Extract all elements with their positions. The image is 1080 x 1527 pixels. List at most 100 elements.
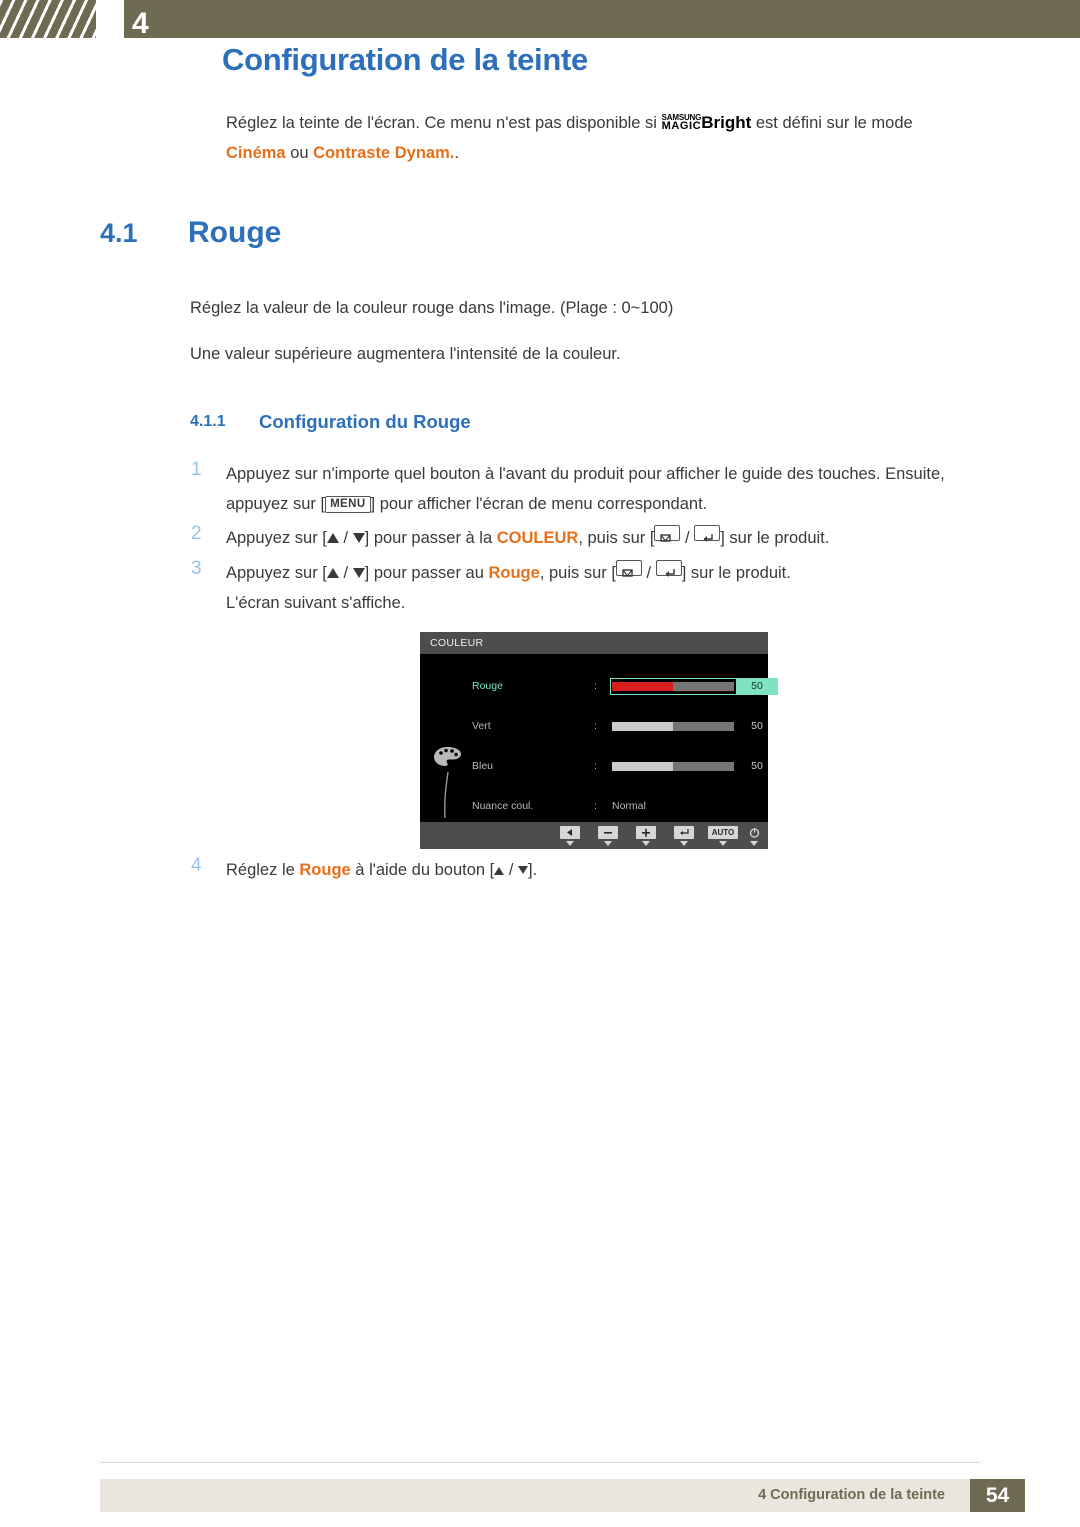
step-2-highlight: COULEUR (496, 529, 579, 547)
osd-label-rouge: Rouge (472, 680, 503, 692)
step-2-text-b: ] pour passer à la (364, 529, 497, 547)
section-paragraph-1: Réglez la valeur de la couleur rouge dan… (190, 299, 674, 317)
step-4-slash: / (504, 861, 518, 879)
footer-page-number: 54 (970, 1479, 1025, 1512)
step-4-text-a: Réglez le (226, 861, 300, 879)
intro-text-before: Réglez la teinte de l'écran. Ce menu n'e… (226, 114, 662, 132)
step-3-text-a: Appuyez sur [ (226, 564, 327, 582)
step-4-highlight: Rouge (299, 861, 351, 879)
osd-tick-1 (566, 841, 574, 846)
osd-label-nuance: Nuance coul. (472, 800, 534, 812)
osd-body: Rouge : 50 Vert : 50 Bleu : 50 Nuance co… (420, 654, 778, 852)
osd-colon: : (594, 680, 597, 692)
magicbright-logo: SAMSUNG MAGIC (662, 114, 702, 132)
page-top-band (0, 0, 1080, 38)
section-title: Rouge (188, 216, 282, 249)
page-title: Configuration de la teinte (222, 42, 588, 77)
intro-mode-contraste: Contraste Dynam. (313, 144, 455, 162)
intro-mode-cinema: Cinéma (226, 144, 286, 162)
osd-tick-6 (750, 841, 758, 846)
osd-footer: AUTO (420, 822, 768, 849)
osd-tick-4 (680, 841, 688, 846)
osd-slider-vert[interactable] (612, 722, 734, 731)
hatch-decoration (0, 0, 96, 38)
arrow-up-icon (326, 568, 339, 578)
step-3-slash-2: / (641, 564, 656, 582)
intro-conjunction: ou (285, 144, 314, 162)
step-3-text-d: ] sur le produit. (681, 564, 791, 582)
step-number-4: 4 (191, 855, 202, 876)
step-2-text-d: ] sur le produit. (720, 529, 830, 547)
step-3: Appuyez sur [ / ] pour passer au Rouge, … (226, 558, 1016, 588)
chapter-number: 4 (132, 7, 149, 40)
osd-button-auto[interactable]: AUTO (708, 826, 738, 839)
step-2-slash: / (338, 529, 353, 547)
osd-screenshot: COULEUR Rouge : 50 Vert: 50 Bleu: 50 N… (420, 632, 778, 852)
osd-slider-fill-vert (612, 722, 673, 731)
osd-icon-column (420, 654, 478, 822)
step-2-slash-2: / (680, 529, 695, 547)
enter-key-icon (694, 525, 721, 542)
intro-paragraph: Réglez la teinte de l'écran. Ce menu n'e… (226, 108, 1016, 168)
section-number: 4.1 (100, 218, 138, 248)
menu-key-label: MENU (325, 496, 371, 513)
osd-title: COULEUR (420, 632, 768, 654)
osd-button-left[interactable] (560, 826, 580, 839)
osd-colon: : (594, 720, 597, 732)
step-3-text-c: , puis sur [ (539, 564, 616, 582)
osd-value-bleu: 50 (751, 760, 763, 772)
back-key-icon (654, 525, 681, 542)
osd-button-enter[interactable] (674, 826, 694, 839)
step-1-text-c: ] pour afficher l'écran de menu correspo… (370, 495, 708, 513)
back-key-icon (615, 560, 642, 577)
section-paragraph-2: Une valeur supérieure augmentera l'inten… (190, 345, 621, 363)
subsection-title: Configuration du Rouge (259, 411, 471, 432)
footer-divider (100, 1462, 980, 1463)
arrow-up-icon (326, 533, 339, 543)
osd-slider-bleu[interactable] (612, 762, 734, 771)
enter-key-icon (655, 560, 682, 577)
step-2-text-a: Appuyez sur [ (226, 529, 327, 547)
step-4: Réglez le Rouge à l'aide du bouton [ / ]… (226, 855, 1016, 885)
step-3-text-b: ] pour passer au (364, 564, 489, 582)
arrow-down-icon (352, 533, 365, 543)
step-1: Appuyez sur n'importe quel bouton à l'av… (226, 459, 1016, 519)
osd-value-nuance: Normal (612, 800, 646, 812)
step-number-2: 2 (191, 523, 202, 544)
intro-text-after: est défini sur le mode (751, 114, 913, 132)
step-3-follow: L'écran suivant s'affiche. (226, 594, 406, 612)
arrow-down-icon (352, 568, 365, 578)
step-1-text-a: Appuyez sur n'importe quel bouton à l'av… (226, 465, 945, 483)
step-number-1: 1 (191, 459, 202, 480)
step-number-3: 3 (191, 558, 202, 579)
osd-colon: : (594, 800, 597, 812)
step-2: Appuyez sur [ / ] pour passer à la COULE… (226, 523, 1016, 553)
magic-bright-text: Bright (701, 113, 752, 132)
osd-button-power[interactable] (746, 826, 763, 839)
osd-tick-5 (719, 841, 727, 846)
step-3-slash: / (338, 564, 353, 582)
step-2-text-c: , puis sur [ (578, 529, 655, 547)
osd-tick-2 (604, 841, 612, 846)
step-4-text-c: ]. (528, 861, 538, 879)
magic-magic-text: MAGIC (661, 120, 702, 132)
step-4-text-b: à l'aide du bouton [ (350, 861, 495, 879)
band-gap (96, 0, 124, 38)
footer-text: 4 Configuration de la teinte (758, 1487, 945, 1503)
osd-label-vert: Vert (472, 720, 491, 732)
subsection-number: 4.1.1 (190, 413, 226, 430)
step-3-highlight: Rouge (488, 564, 540, 582)
intro-period: . (454, 144, 459, 162)
osd-value-rouge: 50 (751, 680, 763, 692)
arrow-up-icon (494, 867, 505, 875)
arrow-down-icon (518, 866, 528, 874)
osd-button-plus[interactable] (636, 826, 656, 839)
step-1-text-b: appuyez sur [ (226, 495, 326, 513)
osd-colon: : (594, 760, 597, 772)
osd-button-minus[interactable] (598, 826, 618, 839)
osd-slider-fill-bleu (612, 762, 673, 771)
osd-tick-3 (642, 841, 650, 846)
osd-label-bleu: Bleu (472, 760, 494, 772)
osd-value-vert: 50 (751, 720, 763, 732)
osd-value-rouge-box: 50 (736, 678, 778, 695)
